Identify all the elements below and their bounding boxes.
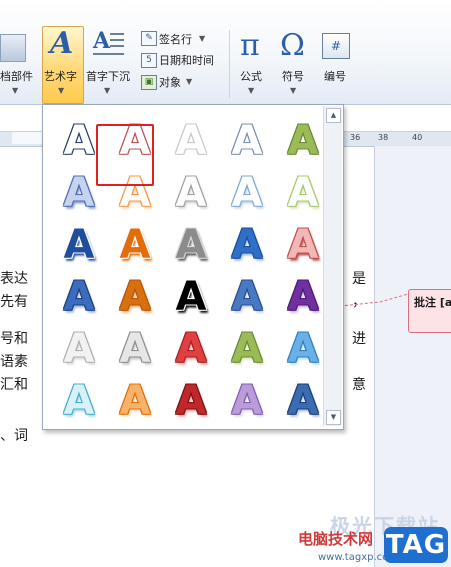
symbol-dropdown-icon[interactable]: ▼ (290, 86, 296, 95)
watermark-tag-logo: TAG (384, 527, 448, 563)
wordart-style-option[interactable]: A (219, 115, 275, 167)
ruler-number: 40 (412, 133, 423, 142)
wordart-style-option[interactable]: A (163, 375, 219, 427)
wordart-icon: A (50, 26, 74, 61)
wordart-label: 艺术字 (44, 70, 77, 83)
dropcap-icon[interactable]: A (93, 28, 125, 60)
wordart-style-option[interactable]: A (163, 219, 219, 271)
object-icon[interactable]: ▣ (141, 75, 157, 90)
comment-label: 批注 [a (414, 296, 451, 309)
comment-connector (340, 293, 409, 307)
ruler-number: 38 (378, 133, 389, 142)
equation-dropdown-icon[interactable]: ▼ (248, 86, 254, 95)
wordart-gallery: AAAAAAAAAAAAAAAAAAAAAAAAAAAAAA ▲ ▼ (42, 104, 344, 430)
selection-highlight (96, 124, 154, 186)
number-label[interactable]: 编号 (324, 68, 346, 84)
doc-parts-label[interactable]: 档部件 (0, 68, 33, 84)
wordart-style-option[interactable]: A (163, 115, 219, 167)
wordart-style-option[interactable]: A (107, 271, 163, 323)
wordart-style-option[interactable]: A (219, 323, 275, 375)
wordart-style-option[interactable]: A (219, 167, 275, 219)
dropcap-dropdown-icon[interactable]: ▼ (104, 86, 110, 95)
wordart-style-option[interactable]: A (219, 271, 275, 323)
wordart-style-option[interactable]: A (51, 323, 107, 375)
wordart-style-option[interactable]: A (163, 167, 219, 219)
equation-icon[interactable]: π (240, 28, 260, 63)
datetime-icon[interactable]: 5 (141, 53, 157, 68)
equation-label[interactable]: 公式 (240, 68, 262, 84)
wordart-style-option[interactable]: A (107, 375, 163, 427)
signature-line-dropdown-icon[interactable]: ▼ (199, 34, 205, 43)
document-fragment: 是 (352, 271, 366, 287)
wordart-style-option[interactable]: A (107, 219, 163, 271)
scroll-up-button[interactable]: ▲ (326, 108, 341, 123)
document-line: 号和 (0, 331, 28, 347)
document-line: 先有 (0, 294, 28, 310)
document-fragment: 进 (352, 331, 366, 347)
ribbon: 档部件 ▼ A 艺术字 ▼ A 首字下沉 ▼ ✎ 签名行 ▼ 5 日期和时间 ▣… (0, 0, 451, 105)
datetime-label[interactable]: 日期和时间 (159, 52, 214, 68)
wordart-style-option[interactable]: A (51, 271, 107, 323)
wordart-dropdown-icon: ▼ (58, 86, 65, 95)
document-line: 汇和 (0, 377, 28, 393)
wordart-style-option[interactable]: A (163, 323, 219, 375)
doc-parts-dropdown-icon[interactable]: ▼ (12, 86, 18, 95)
watermark-text: 电脑技术网 (298, 530, 374, 548)
document-right-margin (375, 146, 451, 567)
wordart-style-option[interactable]: A (219, 375, 275, 427)
symbol-icon[interactable]: Ω (280, 28, 305, 63)
symbol-label[interactable]: 符号 (282, 68, 304, 84)
wordart-style-option[interactable]: A (51, 219, 107, 271)
number-icon[interactable]: # (322, 33, 350, 59)
wordart-style-option[interactable]: A (163, 271, 219, 323)
document-fragment: 意 (352, 377, 366, 393)
gallery-scrollbar[interactable]: ▲ ▼ (323, 106, 342, 426)
signature-line-label[interactable]: 签名行 (159, 31, 192, 47)
scroll-down-button[interactable]: ▼ (326, 410, 341, 425)
wordart-style-option[interactable]: A (219, 219, 275, 271)
signature-line-icon[interactable]: ✎ (141, 31, 157, 46)
doc-parts-icon[interactable] (0, 34, 26, 62)
margin-line (374, 146, 375, 567)
document-line: 表达 (0, 271, 28, 287)
ruler-number: 36 (350, 133, 361, 142)
object-label[interactable]: 对象 (159, 74, 181, 90)
wordart-style-option[interactable]: A (51, 375, 107, 427)
document-line: 、词 (0, 428, 28, 444)
comment-balloon[interactable]: 批注 [a (408, 289, 451, 333)
object-dropdown-icon[interactable]: ▼ (186, 77, 192, 86)
dropcap-label[interactable]: 首字下沉 (86, 68, 130, 84)
document-line: 语素 (0, 354, 28, 370)
wordart-style-option[interactable]: A (107, 323, 163, 375)
ribbon-group-separator (229, 30, 230, 98)
